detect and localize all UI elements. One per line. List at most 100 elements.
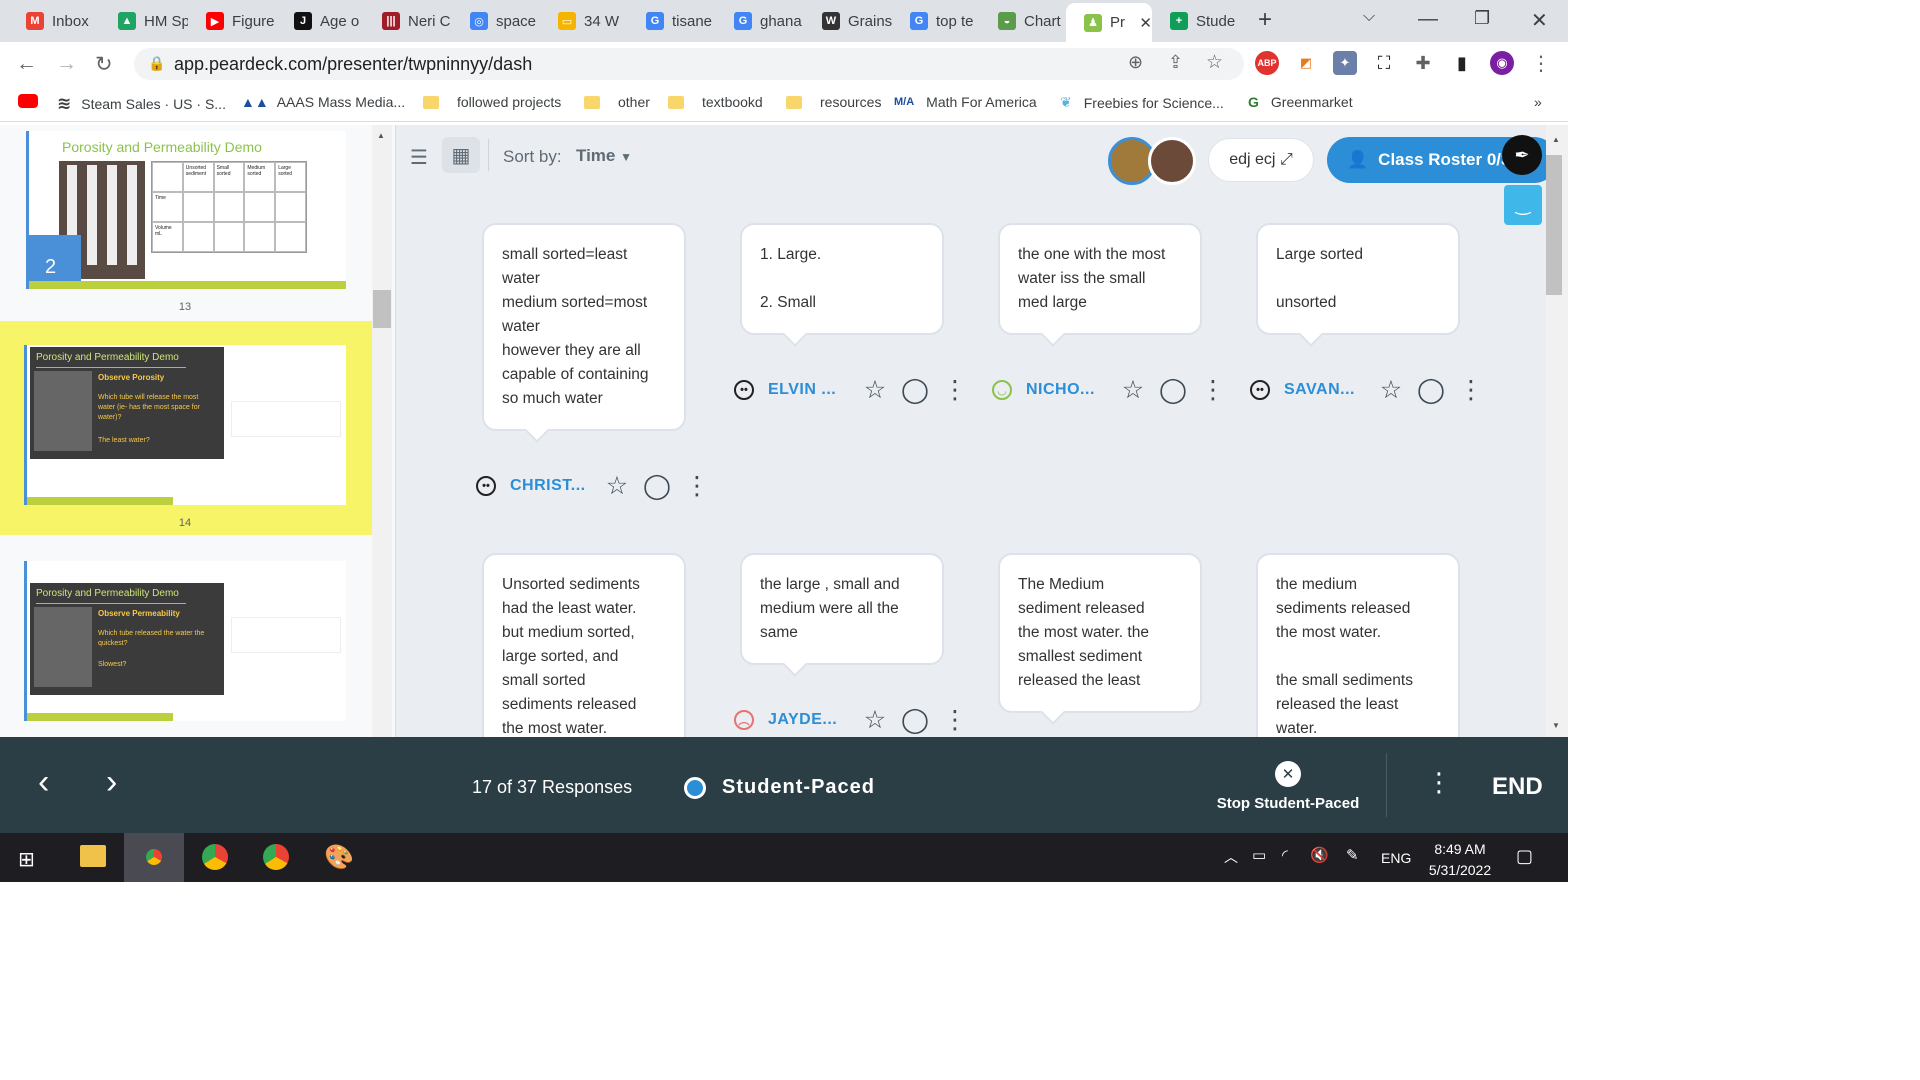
bookmark-aaas[interactable]: ▲▲ AAAS Mass Media... <box>241 94 405 110</box>
more-icon[interactable]: ⋮ <box>940 375 970 405</box>
tab-12[interactable]: ♟ Pr ✕ <box>1066 3 1152 42</box>
slide-thumbnail-15[interactable]: Porosity and Permeability Demo Observe P… <box>24 561 346 721</box>
file-explorer-icon[interactable] <box>80 845 106 867</box>
tab-9[interactable]: W Grains <box>804 0 892 42</box>
response-card[interactable]: the large , small and medium were all th… <box>740 553 944 665</box>
profile-avatar[interactable]: ◉ <box>1490 51 1514 75</box>
tab-0[interactable]: M Inbox <box>8 0 96 42</box>
bookmark-freebies[interactable]: ❦ Freebies for Science... <box>1060 94 1224 111</box>
tab-6[interactable]: ▭ 34 W <box>540 0 628 42</box>
language-indicator[interactable]: ENG <box>1381 850 1411 866</box>
sort-dropdown[interactable]: Time ▼ <box>576 146 632 166</box>
share-icon[interactable]: ⇪ <box>1168 52 1183 73</box>
slide-panel-scrollbar[interactable]: ▲ <box>372 125 392 737</box>
main-scrollbar[interactable]: ▲ ▼ <box>1546 125 1568 737</box>
windows-start-icon[interactable]: ⊞ <box>18 847 35 872</box>
menu-icon[interactable]: ⋮ <box>1529 51 1553 75</box>
grid-view-icon[interactable]: ▦ <box>442 137 480 173</box>
star-icon[interactable]: ☆ <box>602 471 632 501</box>
bookmark-other[interactable]: other <box>584 94 650 110</box>
stop-student-paced-button[interactable]: ✕ Stop Student-Paced <box>1210 761 1366 812</box>
tab-search-icon[interactable]: ⌵ <box>1363 8 1375 26</box>
tab-5[interactable]: ◎ space <box>452 0 540 42</box>
more-icon[interactable]: ⋮ <box>1456 375 1486 405</box>
comment-icon[interactable]: ◯ <box>900 705 930 735</box>
tab-11[interactable]: ◒ Chart <box>980 0 1068 42</box>
restore-icon[interactable]: ❐ <box>1474 8 1490 29</box>
url-text[interactable]: app.peardeck.com/presenter/twpninnyy/das… <box>174 54 532 75</box>
adblock-icon[interactable]: ABP <box>1255 51 1279 75</box>
slide-thumbnail-13[interactable]: Porosity and Permeability Demo 2 Unsorte… <box>26 131 346 289</box>
address-bar[interactable]: 🔒 app.peardeck.com/presenter/twpninnyy/d… <box>134 48 1244 80</box>
extension-chart-icon[interactable]: ◩ <box>1294 51 1318 75</box>
response-card[interactable]: small sorted=least water medium sorted=m… <box>482 223 686 431</box>
end-button[interactable]: END <box>1492 773 1543 801</box>
tab-2[interactable]: ▶ Figure <box>188 0 276 42</box>
peardeck-smile-icon[interactable]: ‿ <box>1504 185 1542 225</box>
close-tab-icon[interactable]: ✕ <box>1139 14 1152 32</box>
comment-icon[interactable]: ◯ <box>1416 375 1446 405</box>
tab-7[interactable]: Gtisane <box>628 0 716 42</box>
join-code-button[interactable]: edj ecj ⤢ <box>1208 138 1314 182</box>
star-icon[interactable]: ☆ <box>860 375 890 405</box>
new-tab-button[interactable]: + <box>1258 6 1272 34</box>
response-card[interactable]: Unsorted sediments had the least water. … <box>482 553 686 737</box>
more-options-icon[interactable]: ⋮ <box>1426 767 1452 798</box>
tab-3[interactable]: J Age o <box>276 0 364 42</box>
notifications-icon[interactable]: ▢ <box>1516 846 1533 867</box>
more-icon[interactable]: ⋮ <box>1198 375 1228 405</box>
youtube-bookmark[interactable] <box>18 94 38 108</box>
bookmark-steam[interactable]: ≋ Steam Sales · US · S... <box>57 94 226 114</box>
extension-puzzle-box-icon[interactable]: ✦ <box>1333 51 1357 75</box>
paint-icon[interactable]: 🎨 <box>324 843 354 872</box>
star-icon[interactable]: ☆ <box>860 705 890 735</box>
star-icon[interactable]: ☆ <box>1118 375 1148 405</box>
prev-slide-icon[interactable]: ‹ <box>38 763 49 802</box>
bookmark-greenmarket[interactable]: G Greenmarket <box>1248 94 1353 110</box>
slide-thumbnail-14[interactable]: Porosity and Permeability Demo Observe P… <box>24 345 346 505</box>
more-icon[interactable]: ⋮ <box>682 471 712 501</box>
tab-4[interactable]: ||| Neri C <box>364 0 452 42</box>
response-card[interactable]: the one with the most water iss the smal… <box>998 223 1202 335</box>
tab-1[interactable]: ▲ HM Sp <box>100 0 188 42</box>
close-window-icon[interactable]: ✕ <box>1531 8 1548 33</box>
comment-icon[interactable]: ◯ <box>642 471 672 501</box>
student-name[interactable]: CHRIST... <box>510 477 592 495</box>
student-name[interactable]: ELVIN ... <box>768 381 850 399</box>
bookmark-mfa[interactable]: M/A Math For America <box>894 94 1037 110</box>
comment-icon[interactable]: ◯ <box>1158 375 1188 405</box>
chrome-profile-icon[interactable] <box>263 844 289 870</box>
pen-icon[interactable]: ✎ <box>1346 846 1359 864</box>
screenshot-icon[interactable]: ⛶ <box>1372 51 1396 75</box>
reload-icon[interactable]: ↻ <box>95 52 113 77</box>
response-card[interactable]: the medium sediments released the most w… <box>1256 553 1460 737</box>
response-card[interactable]: The Medium sediment released the most wa… <box>998 553 1202 713</box>
wifi-icon[interactable]: ◜ <box>1282 846 1288 864</box>
student-name[interactable]: NICHO... <box>1026 381 1108 399</box>
bookmark-star-icon[interactable]: ☆ <box>1206 51 1223 74</box>
clock[interactable]: 8:49 AM 5/31/2022 <box>1420 839 1500 881</box>
forward-icon[interactable]: → <box>56 52 77 76</box>
slide-panel-scroll-thumb[interactable] <box>373 290 391 328</box>
side-panel-icon[interactable]: ▮ <box>1450 51 1474 75</box>
more-bookmarks-icon[interactable]: » <box>1534 94 1542 110</box>
bookmark-textbookd[interactable]: textbookd <box>668 94 763 110</box>
list-view-icon[interactable]: ☰ <box>410 145 428 170</box>
bookmark-followed[interactable]: followed projects <box>423 94 561 110</box>
chrome-profile-icon[interactable] <box>202 844 228 870</box>
back-icon[interactable]: ← <box>16 52 37 76</box>
response-card[interactable]: 1. Large. 2. Small <box>740 223 944 335</box>
comment-icon[interactable]: ◯ <box>900 375 930 405</box>
battery-icon[interactable]: ▭ <box>1252 846 1266 864</box>
volume-muted-icon[interactable]: 🔇 <box>1310 846 1329 864</box>
chrome-taskbar-active[interactable] <box>124 833 184 882</box>
student-name[interactable]: SAVAN... <box>1284 381 1366 399</box>
extensions-icon[interactable]: ✚ <box>1411 51 1435 75</box>
student-name[interactable]: JAYDE... <box>768 711 850 729</box>
response-card[interactable]: Large sorted unsorted <box>1256 223 1460 335</box>
tab-13[interactable]: + Stude <box>1152 0 1240 42</box>
star-icon[interactable]: ☆ <box>1376 375 1406 405</box>
tab-8[interactable]: Gghana <box>716 0 804 42</box>
tab-10[interactable]: Gtop te <box>892 0 980 42</box>
minimize-icon[interactable]: — <box>1418 8 1438 31</box>
